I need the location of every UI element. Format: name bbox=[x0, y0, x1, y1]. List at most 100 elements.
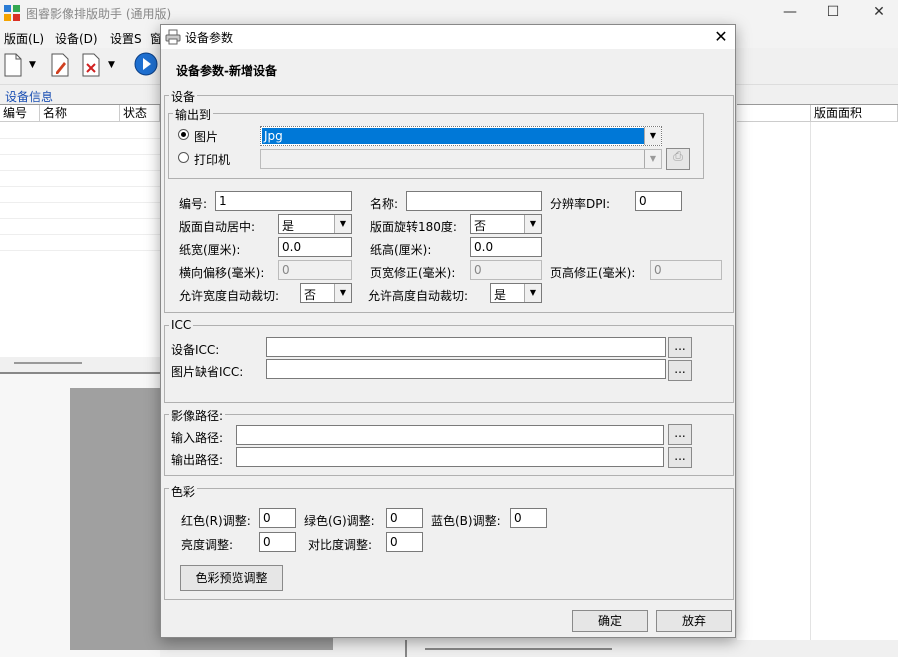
blue-adjust-field[interactable]: 0 bbox=[510, 508, 547, 528]
device-section-label: 设备 bbox=[169, 88, 198, 105]
device-info-label: 设备信息 bbox=[5, 90, 54, 104]
brightness-field[interactable]: 0 bbox=[259, 532, 296, 552]
play-icon[interactable] bbox=[134, 52, 158, 76]
h-offset-field[interactable]: 0 bbox=[278, 260, 352, 280]
radio-printer[interactable] bbox=[178, 152, 189, 163]
auto-cut-width-label: 允许宽度自动裁切: bbox=[179, 289, 280, 303]
radio-image[interactable] bbox=[178, 129, 189, 140]
close-button[interactable]: ✕ bbox=[856, 0, 898, 26]
column-id[interactable]: 编号 bbox=[0, 105, 40, 122]
edit-icon[interactable] bbox=[50, 53, 70, 77]
device-params-dialog: 设备参数 ✕ 设备参数-新增设备 设备 输出到 图片 Jpg ▼ 打印机 ▼ ⎙… bbox=[160, 24, 736, 638]
output-path-field[interactable] bbox=[236, 447, 664, 467]
rotate-label: 版面旋转180度: bbox=[370, 220, 457, 234]
cancel-button[interactable]: 放弃 bbox=[656, 610, 732, 632]
dialog-heading: 设备参数-新增设备 bbox=[176, 64, 277, 78]
chevron-down-icon[interactable]: ▼ bbox=[524, 215, 541, 233]
paper-height-field[interactable]: 0.0 bbox=[470, 237, 542, 257]
menu-device[interactable]: 设备(D) bbox=[55, 30, 98, 47]
column-name[interactable]: 名称 bbox=[40, 105, 120, 122]
maximize-button[interactable]: ☐ bbox=[810, 0, 856, 26]
icc-section-label: ICC bbox=[169, 318, 194, 332]
auto-cut-height-label: 允许高度自动裁切: bbox=[368, 289, 469, 303]
color-preview-button[interactable]: 色彩预览调整 bbox=[180, 565, 283, 591]
radio-printer-label: 打印机 bbox=[194, 153, 231, 167]
grid-line bbox=[0, 218, 160, 219]
rotate-value: 否 bbox=[474, 219, 487, 233]
image-format-select[interactable]: Jpg ▼ bbox=[260, 126, 662, 146]
delete-dropdown-icon[interactable]: ▼ bbox=[108, 60, 115, 70]
app-title: 图睿影像排版助手 (通用版) bbox=[26, 7, 172, 21]
red-adjust-label: 红色(R)调整: bbox=[181, 514, 251, 528]
output-path-label: 输出路径: bbox=[171, 453, 224, 467]
paper-height-label: 纸高(厘米): bbox=[370, 243, 432, 257]
ok-button[interactable]: 确定 bbox=[572, 610, 648, 632]
column-divider bbox=[810, 122, 811, 640]
dpi-label: 分辨率DPI: bbox=[550, 197, 611, 211]
device-icc-field[interactable] bbox=[266, 337, 666, 357]
bottom-scrollbar[interactable] bbox=[425, 648, 612, 650]
dpi-field[interactable]: 0 bbox=[635, 191, 682, 211]
image-icc-browse-button[interactable]: ... bbox=[668, 360, 692, 381]
device-list-right bbox=[737, 104, 898, 640]
page-preview bbox=[70, 388, 160, 650]
app-logo-icon bbox=[4, 5, 20, 21]
paper-width-field[interactable]: 0.0 bbox=[278, 237, 352, 257]
blue-adjust-label: 蓝色(B)调整: bbox=[431, 514, 501, 528]
id-field[interactable]: 1 bbox=[215, 191, 352, 211]
contrast-field[interactable]: 0 bbox=[386, 532, 423, 552]
dialog-close-button[interactable]: ✕ bbox=[707, 25, 735, 49]
minimize-button[interactable]: — bbox=[767, 0, 813, 26]
auto-cut-width-select[interactable]: 否 ▼ bbox=[300, 283, 352, 303]
printer-icon bbox=[165, 29, 181, 45]
paper-width-label: 纸宽(厘米): bbox=[179, 243, 241, 257]
input-path-browse-button[interactable]: ... bbox=[668, 424, 692, 445]
image-format-value: Jpg bbox=[264, 129, 283, 143]
image-icc-field[interactable] bbox=[266, 359, 666, 379]
chevron-down-icon[interactable]: ▼ bbox=[644, 127, 661, 145]
menu-settings[interactable]: 设置S bbox=[110, 30, 142, 47]
chevron-down-icon[interactable]: ▼ bbox=[524, 284, 541, 302]
image-icc-label: 图片缺省ICC: bbox=[171, 365, 244, 379]
input-path-field[interactable] bbox=[236, 425, 664, 445]
rotate-select[interactable]: 否 ▼ bbox=[470, 214, 542, 234]
auto-center-select[interactable]: 是 ▼ bbox=[278, 214, 352, 234]
chevron-down-icon[interactable]: ▼ bbox=[644, 150, 661, 168]
auto-cut-width-value: 否 bbox=[304, 288, 317, 302]
delete-icon[interactable] bbox=[81, 53, 101, 77]
new-file-icon[interactable] bbox=[3, 53, 23, 77]
printer-settings-button[interactable]: ⎙ bbox=[666, 148, 690, 170]
contrast-label: 对比度调整: bbox=[308, 538, 373, 552]
column-area[interactable]: 版面面积 bbox=[811, 105, 898, 122]
name-field[interactable] bbox=[406, 191, 542, 211]
green-adjust-field[interactable]: 0 bbox=[386, 508, 423, 528]
color-section-label: 色彩 bbox=[169, 483, 198, 500]
auto-center-label: 版面自动居中: bbox=[179, 220, 256, 234]
menu-layout[interactable]: 版面(L) bbox=[4, 30, 44, 47]
auto-center-value: 是 bbox=[282, 219, 295, 233]
auto-cut-height-select[interactable]: 是 ▼ bbox=[490, 283, 542, 303]
column-status[interactable]: 状态 bbox=[120, 105, 160, 122]
device-icc-browse-button[interactable]: ... bbox=[668, 337, 692, 358]
device-icc-label: 设备ICC: bbox=[171, 343, 220, 357]
output-path-browse-button[interactable]: ... bbox=[668, 447, 692, 468]
radio-image-label: 图片 bbox=[194, 130, 219, 144]
grid-line bbox=[0, 154, 160, 155]
printer-select[interactable]: ▼ bbox=[260, 149, 662, 169]
page-width-fix-field[interactable]: 0 bbox=[470, 260, 542, 280]
red-adjust-field[interactable]: 0 bbox=[259, 508, 296, 528]
horizontal-scrollbar[interactable] bbox=[14, 362, 82, 364]
grid-line bbox=[0, 234, 160, 235]
device-list-panel bbox=[0, 104, 160, 357]
page-height-fix-field[interactable]: 0 bbox=[650, 260, 722, 280]
new-dropdown-icon[interactable]: ▼ bbox=[29, 60, 36, 70]
grid-line bbox=[0, 170, 160, 171]
id-label: 编号: bbox=[179, 197, 208, 211]
input-path-label: 输入路径: bbox=[171, 431, 224, 445]
h-offset-label: 横向偏移(毫米): bbox=[179, 266, 265, 280]
column-blank[interactable] bbox=[737, 105, 811, 122]
auto-cut-height-value: 是 bbox=[494, 288, 507, 302]
chevron-down-icon[interactable]: ▼ bbox=[334, 284, 351, 302]
dialog-title-bar bbox=[161, 25, 735, 49]
chevron-down-icon[interactable]: ▼ bbox=[334, 215, 351, 233]
